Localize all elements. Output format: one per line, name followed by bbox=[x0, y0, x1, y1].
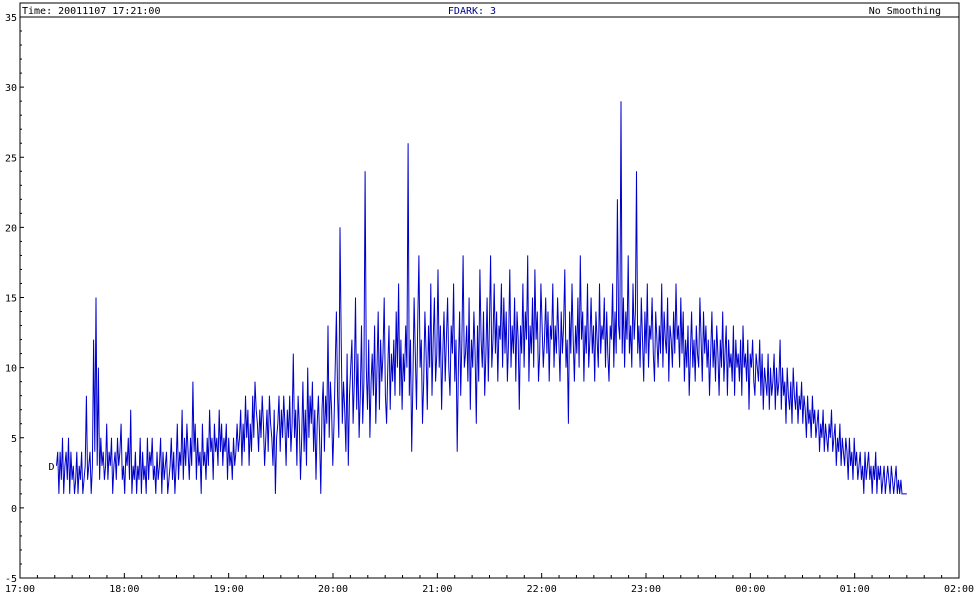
y-axis: -505101520253035 bbox=[5, 13, 24, 585]
x-tick-label: 01:00 bbox=[840, 584, 870, 595]
x-tick-label: 22:00 bbox=[527, 584, 557, 595]
x-tick-label: 23:00 bbox=[631, 584, 661, 595]
smoothing-label: No Smoothing bbox=[869, 6, 941, 17]
y-tick-label: 25 bbox=[5, 153, 17, 164]
x-tick-label: 00:00 bbox=[735, 584, 765, 595]
series-start-marker: D bbox=[49, 462, 55, 473]
y-tick-label: 5 bbox=[11, 434, 17, 445]
x-tick-label: 20:00 bbox=[318, 584, 348, 595]
line-chart: Time: 20011107 17:21:00 FDARK: 3 No Smoo… bbox=[5, 2, 974, 595]
y-tick-label: 30 bbox=[5, 83, 17, 94]
x-tick-label: 21:00 bbox=[422, 584, 452, 595]
series-line bbox=[56, 101, 907, 495]
x-axis: 17:00 18:00 19:00 20:00 21:00 22:00 23:00 00:00… bbox=[5, 573, 974, 595]
x-tick-label: 17:00 bbox=[5, 584, 35, 595]
y-tick-label: 20 bbox=[5, 223, 17, 234]
y-tick-label: 15 bbox=[5, 294, 17, 305]
x-tick-label: 02:00 bbox=[944, 584, 974, 595]
y-tick-label: 10 bbox=[5, 364, 17, 375]
y-tick-label: 35 bbox=[5, 13, 17, 24]
fdark-label: FDARK: 3 bbox=[448, 6, 496, 17]
time-label: Time: 20011107 17:21:00 bbox=[22, 6, 160, 17]
chart-container: Time: 20011107 17:21:00 FDARK: 3 No Smoo… bbox=[0, 0, 980, 600]
x-tick-label: 19:00 bbox=[214, 584, 244, 595]
y-tick-label: 0 bbox=[11, 504, 17, 515]
x-tick-label: 18:00 bbox=[109, 584, 139, 595]
